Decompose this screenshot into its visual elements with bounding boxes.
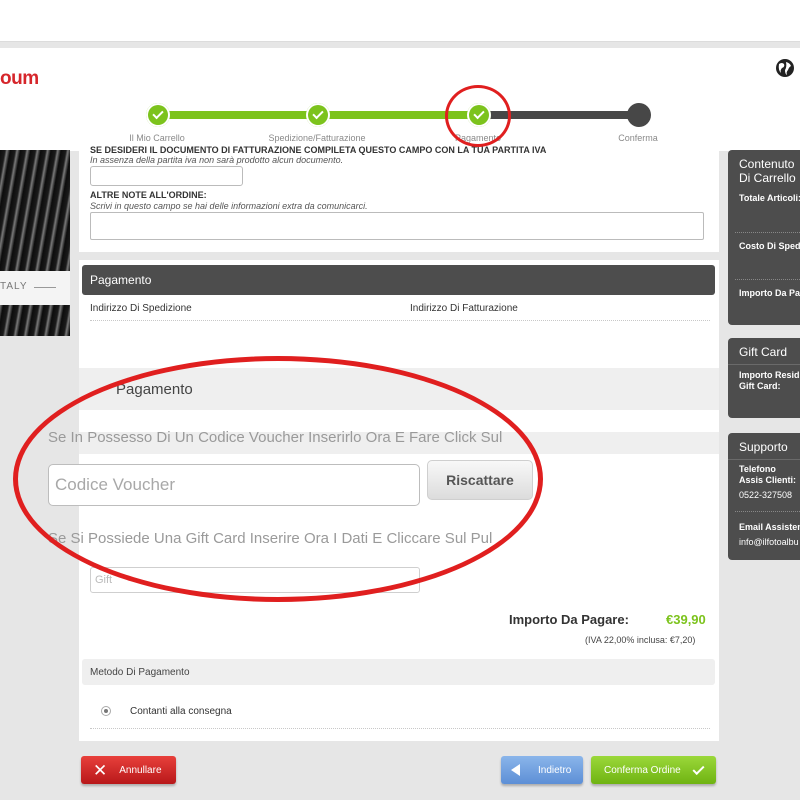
support-email-address[interactable]: info@ilfotoalbu [739, 537, 799, 548]
amount-due-sidebar-label: Importo Da Pa [739, 288, 800, 298]
gift-card-residual-label: Importo Resid Gift Card: [739, 370, 800, 391]
vat-number-input[interactable] [90, 166, 243, 186]
step-shipping-label[interactable]: Spedizione/Fatturazione [268, 133, 365, 143]
arrow-left-icon [511, 764, 520, 776]
site-header [0, 48, 800, 151]
divider [728, 364, 800, 365]
back-button[interactable]: Indietro [501, 756, 583, 784]
divider [90, 728, 710, 729]
shipping-cost-label: Costo Di Sped [739, 241, 800, 251]
image-caption: TALY [0, 281, 28, 292]
annotation-circle [445, 85, 511, 147]
divider [728, 459, 800, 460]
step-cart-label[interactable]: Il Mio Carrello [129, 133, 185, 143]
section-gap [79, 252, 719, 260]
step-confirm-dot [627, 103, 651, 127]
confirm-order-button[interactable]: Conferma Ordine [591, 756, 716, 784]
order-notes-textarea[interactable] [90, 212, 704, 240]
annotation-oval [13, 356, 543, 602]
vat-included-note: (IVA 22,00% inclusa: €7,20) [585, 635, 696, 645]
close-icon: ✕ [93, 760, 108, 780]
cart-total-items-label: Totale Articoli: [739, 193, 800, 203]
support-email-label: Email Assisten [739, 522, 800, 532]
caption-divider [34, 287, 56, 288]
support-panel-title: Supporto [739, 440, 788, 454]
cancel-label: Annullare [119, 764, 162, 776]
site-logo[interactable]: oum [0, 68, 39, 90]
step-shipping-dot[interactable] [306, 103, 330, 127]
payment-method-radio[interactable] [101, 706, 111, 716]
divider [735, 279, 800, 280]
vat-field-note: In assenza della partita iva non sarà pr… [90, 155, 344, 165]
order-notes-label: ALTRE NOTE ALL'ORDINE: [90, 190, 207, 200]
payment-method-option-label[interactable]: Contanti alla consegna [130, 706, 232, 717]
divider [735, 232, 800, 233]
check-icon [692, 762, 705, 775]
step-cart-dot[interactable] [146, 103, 170, 127]
shipping-address-label: Indirizzo Di Spedizione [90, 303, 192, 314]
payment-method-header: Metodo Di Pagamento [82, 659, 715, 685]
order-notes-hint: Scrivi in questo campo se hai delle info… [90, 201, 368, 211]
back-label: Indietro [538, 764, 572, 776]
check-icon [312, 107, 324, 120]
support-phone-number[interactable]: 0522-327508 [739, 490, 792, 501]
divider [90, 320, 710, 321]
globe-icon[interactable] [775, 58, 795, 78]
divider [735, 511, 800, 512]
amount-due-label: Importo Da Pagare: [509, 612, 629, 627]
product-image: TALY [0, 150, 70, 336]
cart-summary-title: Contenuto Di Carrello [739, 157, 796, 185]
support-phone-label: Telefono Assis Clienti: [739, 464, 797, 485]
confirm-label: Conferma Ordine [604, 764, 681, 776]
amount-due-value: €39,90 [666, 612, 706, 627]
browser-top-strip [0, 0, 800, 42]
payment-section-bar: Pagamento [82, 265, 715, 295]
check-icon [152, 107, 164, 120]
billing-address-label: Indirizzo Di Fatturazione [410, 303, 518, 314]
gift-card-panel-title: Gift Card [739, 345, 788, 359]
cancel-order-button[interactable]: ✕ Annullare [81, 756, 176, 784]
step-confirm-label: Conferma [618, 133, 658, 143]
